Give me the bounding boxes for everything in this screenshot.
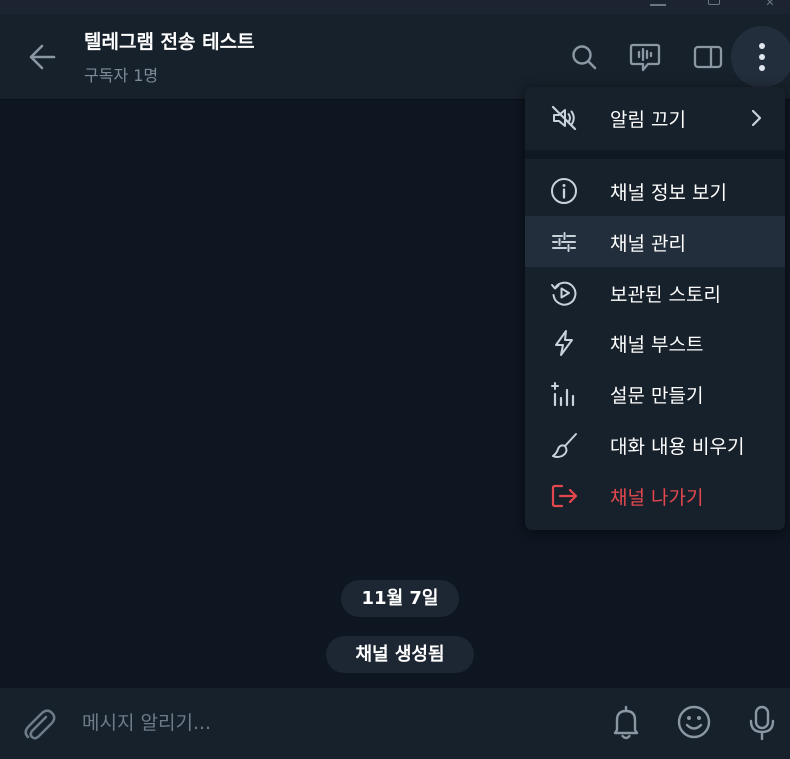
leave-icon bbox=[551, 484, 578, 508]
menu-item-label: 대화 내용 비우기 bbox=[610, 436, 745, 458]
emoji-icon bbox=[677, 705, 711, 739]
date-separator: 11월 7일 bbox=[341, 580, 459, 617]
lightning-icon bbox=[555, 330, 573, 356]
search-icon bbox=[572, 45, 597, 70]
menu-divider bbox=[525, 150, 785, 159]
silent-broadcast-button[interactable] bbox=[606, 702, 646, 742]
menu-item-label: 채널 나가기 bbox=[610, 487, 704, 509]
more-options-button[interactable] bbox=[731, 26, 790, 88]
search-button[interactable] bbox=[566, 39, 602, 75]
voice-chat-button[interactable] bbox=[627, 39, 663, 75]
menu-item-label: 채널 정보 보기 bbox=[610, 182, 727, 204]
minimize-icon[interactable] bbox=[648, 0, 668, 8]
menu-item-clear-history[interactable]: 대화 내용 비우기 bbox=[525, 419, 785, 470]
maximize-icon[interactable] bbox=[704, 0, 724, 8]
menu-item-channel-info[interactable]: 채널 정보 보기 bbox=[525, 165, 785, 216]
menu-item-create-poll[interactable]: 설문 만들기 bbox=[525, 368, 785, 419]
voice-record-button[interactable] bbox=[742, 702, 782, 742]
close-icon[interactable]: ✕ bbox=[760, 0, 780, 8]
menu-item-label: 보관된 스토리 bbox=[610, 284, 721, 306]
sidebar-toggle-button[interactable] bbox=[690, 39, 726, 75]
message-input[interactable]: 메시지 알리기... bbox=[82, 708, 582, 738]
chevron-right-icon bbox=[751, 109, 762, 127]
channel-options-menu: 알림 끄기 채널 정보 보기 채널 관리 보관된 스토리 채널 부스트 설문 만… bbox=[525, 87, 785, 530]
attach-icon bbox=[24, 709, 56, 740]
emoji-button[interactable] bbox=[674, 702, 714, 742]
window-titlebar: ✕ bbox=[0, 0, 790, 14]
menu-item-boost-channel[interactable]: 채널 부스트 bbox=[525, 317, 785, 368]
menu-item-label: 설문 만들기 bbox=[610, 385, 704, 407]
attach-button[interactable] bbox=[20, 704, 58, 744]
subscriber-count: 구독자 1명 bbox=[84, 66, 159, 85]
info-icon bbox=[551, 178, 577, 204]
back-button[interactable] bbox=[26, 42, 62, 72]
sliders-icon bbox=[552, 232, 576, 252]
more-vertical-icon bbox=[759, 43, 765, 71]
menu-item-label: 채널 부스트 bbox=[610, 334, 704, 356]
menu-item-leave-channel[interactable]: 채널 나가기 bbox=[525, 470, 785, 521]
menu-item-manage-channel[interactable]: 채널 관리 bbox=[525, 216, 785, 267]
menu-item-label: 알림 끄기 bbox=[610, 109, 686, 131]
chat-title[interactable]: 텔레그램 전송 테스트 bbox=[84, 27, 255, 54]
poll-icon bbox=[551, 382, 575, 407]
voice-chat-icon bbox=[629, 43, 661, 72]
mic-icon bbox=[749, 705, 775, 741]
mute-icon bbox=[551, 105, 577, 131]
sidebar-toggle-icon bbox=[693, 45, 723, 69]
back-arrow-icon bbox=[29, 44, 56, 70]
message-composer: 메시지 알리기... bbox=[0, 688, 790, 759]
service-message: 채널 생성됨 bbox=[326, 636, 474, 673]
bell-icon bbox=[613, 705, 639, 740]
broom-icon bbox=[552, 433, 577, 458]
story-archive-icon bbox=[551, 281, 577, 306]
menu-item-mute[interactable]: 알림 끄기 bbox=[525, 92, 785, 143]
menu-item-label: 채널 관리 bbox=[610, 233, 686, 255]
menu-item-archived-stories[interactable]: 보관된 스토리 bbox=[525, 267, 785, 318]
